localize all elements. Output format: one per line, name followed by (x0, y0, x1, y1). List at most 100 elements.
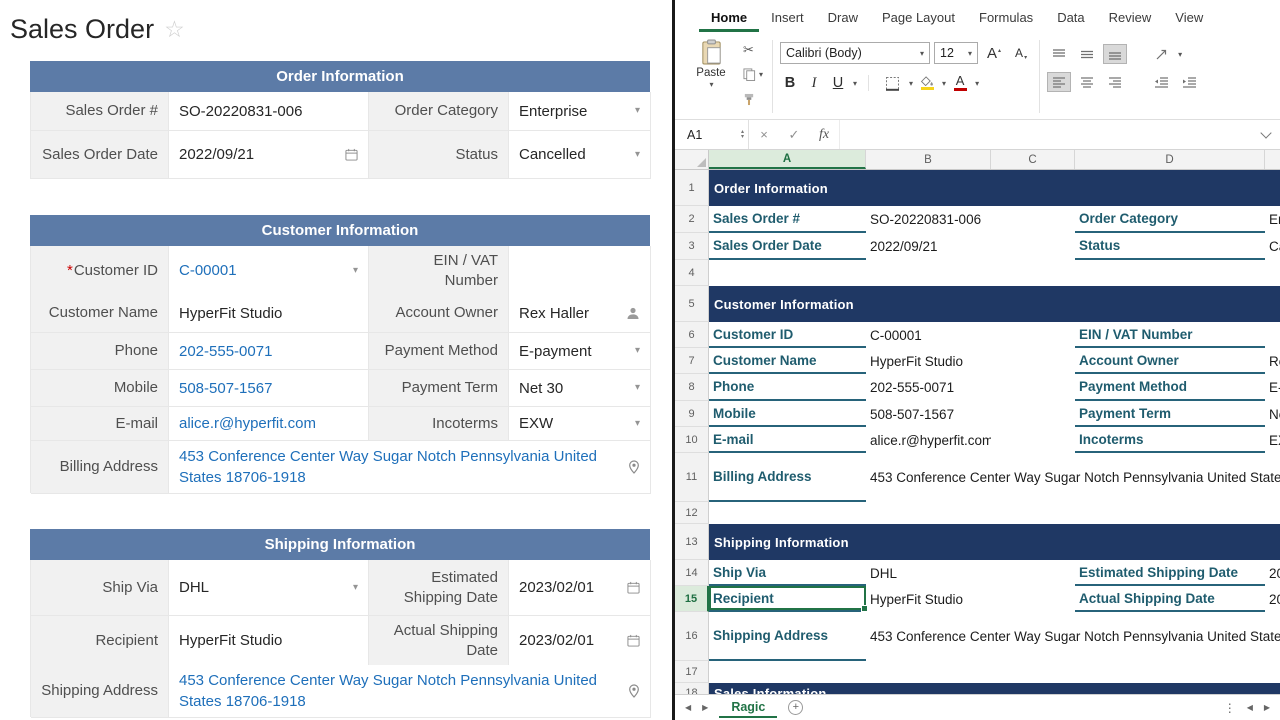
bottom-align-button[interactable] (1103, 44, 1127, 64)
cell[interactable] (709, 502, 1280, 524)
cell[interactable]: Order Category (1075, 206, 1265, 233)
row-header[interactable]: 14 (675, 560, 709, 586)
field-value-estimated-shipping-date[interactable]: 2023/02/01 (509, 560, 651, 616)
tab-review[interactable]: Review (1097, 10, 1164, 32)
middle-align-button[interactable] (1075, 44, 1099, 64)
cell[interactable]: HyperFit Studio (866, 348, 991, 374)
section-band-cell[interactable]: Customer Information (709, 286, 1280, 322)
row-header[interactable]: 4 (675, 260, 709, 286)
cell[interactable] (991, 206, 1075, 233)
cell[interactable]: Incoterms (1075, 427, 1265, 453)
field-value-payment-term[interactable]: Net 30▾ (509, 370, 651, 407)
cancel-button[interactable]: × (749, 127, 779, 142)
orientation-button[interactable] (1149, 44, 1173, 64)
dropdown-caret-icon[interactable]: ▾ (629, 417, 640, 431)
cell[interactable] (991, 560, 1075, 586)
column-header[interactable]: A (709, 150, 866, 169)
row-header[interactable]: 12 (675, 502, 709, 524)
font-size-select[interactable]: 12▾ (934, 42, 978, 64)
cell[interactable]: Sales Order # (709, 206, 866, 233)
billing-address-link[interactable]: 453 Conference Center Way Sugar Notch Pe… (179, 446, 622, 488)
field-value-mobile[interactable]: 508-507-1567 (169, 370, 369, 407)
cell[interactable]: Billing Address (709, 453, 866, 502)
select-all-corner[interactable] (675, 150, 709, 169)
borders-button[interactable] (880, 73, 904, 93)
cell[interactable]: E-mail (709, 427, 866, 453)
field-value-customer-id[interactable]: C-00001▾ (169, 246, 369, 296)
favorite-star-icon[interactable]: ☆ (164, 16, 185, 43)
name-box-spinner[interactable]: ▴▾ (741, 130, 748, 140)
row-header[interactable]: 5 (675, 286, 709, 322)
field-value-account-owner[interactable]: Rex Haller (509, 294, 651, 333)
cell[interactable]: SO-20220831-006 (866, 206, 991, 233)
cell[interactable]: Payment Term (1075, 401, 1265, 427)
calendar-icon[interactable] (621, 634, 640, 647)
field-value-email[interactable]: alice.r@hyperfit.com (169, 407, 369, 441)
paste-button[interactable]: Paste ▾ (687, 36, 735, 117)
section-band-cell[interactable]: Order Information (709, 170, 1280, 206)
field-value-sales-order-date[interactable]: 2022/09/21 (169, 131, 369, 179)
cell[interactable]: 2022/09/21 (866, 233, 991, 260)
name-box[interactable]: A1 ▴▾ (675, 120, 749, 149)
cell[interactable] (991, 427, 1075, 453)
row-header[interactable]: 13 (675, 524, 709, 560)
hscroll-right-icon[interactable]: ▶ (1264, 703, 1270, 712)
add-sheet-button[interactable]: + (788, 700, 803, 715)
cut-button[interactable]: ✂ (741, 40, 765, 60)
cell[interactable]: 453 Conference Center Way Sugar Notch Pe… (866, 453, 1280, 502)
cell[interactable]: Sales Order Date (709, 233, 866, 260)
hscroll-left-icon[interactable]: ◀ (1247, 703, 1253, 712)
row-header[interactable]: 9 (675, 401, 709, 427)
dropdown-caret-icon[interactable]: ▾ (629, 381, 640, 395)
enter-button[interactable]: ✓ (779, 127, 809, 143)
insert-function-button[interactable]: fx (809, 127, 839, 143)
row-header[interactable]: 11 (675, 453, 709, 502)
expand-formula-bar-icon[interactable] (1260, 127, 1271, 138)
format-painter-button[interactable] (741, 89, 765, 109)
cell[interactable]: Account Owner (1075, 348, 1265, 374)
cell[interactable]: alice.r@hyperfit.com (866, 427, 991, 453)
cell[interactable]: 453 Conference Center Way Sugar Notch Pe… (866, 612, 1280, 661)
shipping-address-link[interactable]: 453 Conference Center Way Sugar Notch Pe… (179, 670, 622, 712)
map-pin-icon[interactable] (622, 684, 640, 698)
cell[interactable] (991, 401, 1075, 427)
cell[interactable]: Shipping Address (709, 612, 866, 661)
section-band-cell[interactable]: Sales Information (709, 683, 1280, 694)
sheet-nav-right-icon[interactable]: ▶ (702, 703, 708, 712)
map-pin-icon[interactable] (622, 460, 640, 474)
tab-formulas[interactable]: Formulas (967, 10, 1045, 32)
copy-button[interactable]: ▾ (741, 65, 765, 85)
tab-data[interactable]: Data (1045, 10, 1096, 32)
cell[interactable] (991, 348, 1075, 374)
row-header[interactable]: 3 (675, 233, 709, 260)
cell[interactable]: C-00001 (866, 322, 991, 348)
tab-page-layout[interactable]: Page Layout (870, 10, 967, 32)
dropdown-caret-icon[interactable]: ▾ (629, 148, 640, 162)
cell[interactable]: Cancelled (1265, 233, 1280, 260)
cell[interactable] (991, 322, 1075, 348)
chevron-down-icon[interactable]: ▾ (975, 79, 979, 88)
phone-link[interactable]: 202-555-0071 (179, 341, 272, 362)
decrease-font-size-button[interactable]: A▾ (1010, 46, 1032, 61)
row-header[interactable]: 17 (675, 661, 709, 683)
cell[interactable] (991, 374, 1075, 401)
row-header[interactable]: 7 (675, 348, 709, 374)
field-value-status[interactable]: Cancelled▾ (509, 131, 651, 179)
column-header[interactable]: E (1265, 150, 1280, 169)
tab-home[interactable]: Home (699, 10, 759, 32)
cell[interactable] (709, 260, 1280, 286)
cell[interactable]: Phone (709, 374, 866, 401)
cell[interactable]: Estimated Shipping Date (1075, 560, 1265, 586)
dropdown-caret-icon[interactable]: ▾ (347, 264, 358, 278)
calendar-icon[interactable] (339, 148, 358, 161)
calendar-icon[interactable] (621, 581, 640, 594)
more-options-icon[interactable]: ⋮ (1224, 701, 1236, 715)
top-align-button[interactable] (1047, 44, 1071, 64)
row-header[interactable]: 6 (675, 322, 709, 348)
fill-color-button[interactable] (917, 76, 937, 90)
selected-cell[interactable]: Recipient (709, 586, 866, 612)
cell[interactable]: EIN / VAT Number (1075, 322, 1265, 348)
cell[interactable]: Payment Method (1075, 374, 1265, 401)
email-link[interactable]: alice.r@hyperfit.com (179, 413, 316, 434)
tab-view[interactable]: View (1163, 10, 1215, 32)
